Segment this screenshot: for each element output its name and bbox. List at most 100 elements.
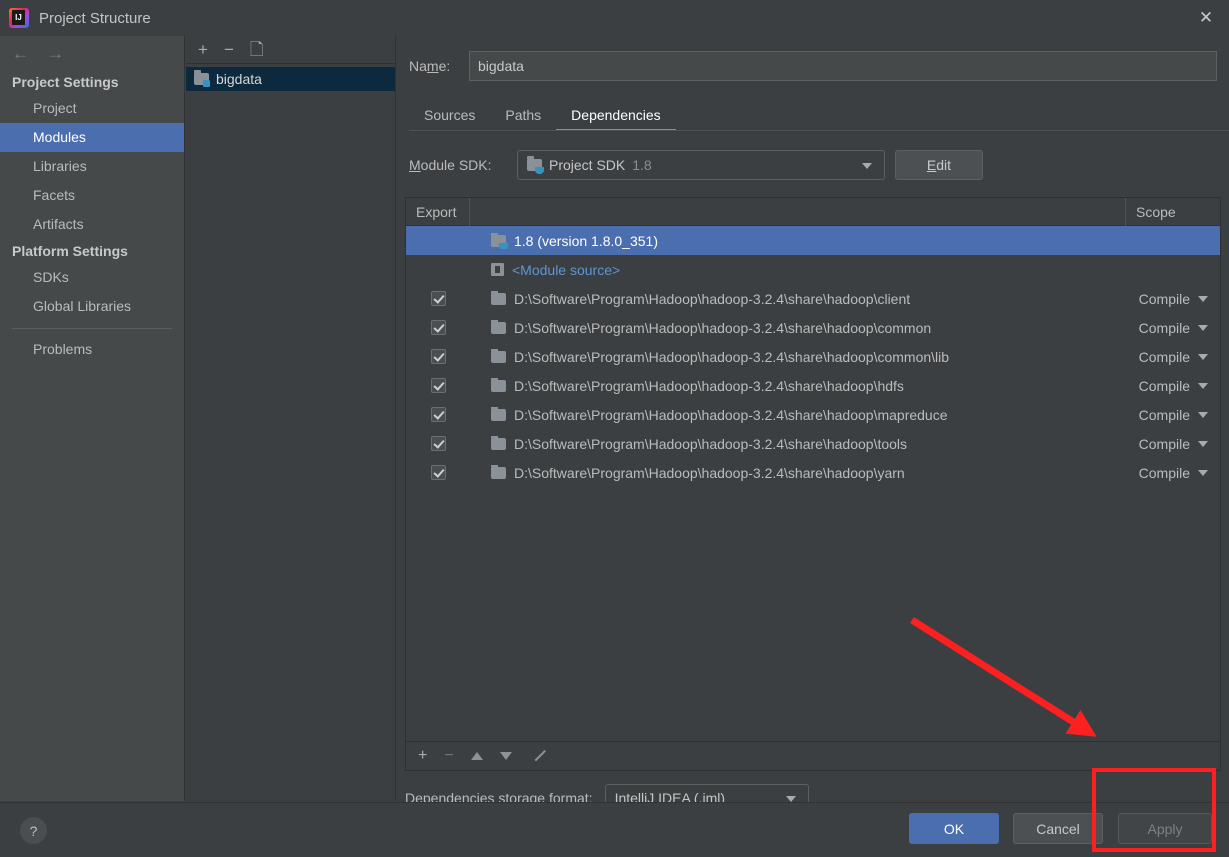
triangle-up-icon[interactable] — [470, 752, 483, 760]
cell-name: D:\Software\Program\Hadoop\hadoop-3.2.4\… — [470, 319, 1126, 336]
table-row[interactable]: <Module source> — [406, 255, 1220, 284]
module-name-row: Name: — [409, 49, 1217, 83]
cell-export[interactable] — [406, 436, 470, 451]
table-row[interactable]: 1.8 (version 1.8.0_351) — [406, 226, 1220, 255]
tab-sources[interactable]: Sources — [409, 101, 490, 131]
plus-icon[interactable]: + — [198, 41, 208, 58]
dependency-label: 1.8 (version 1.8.0_351) — [514, 232, 658, 249]
scope-value: Compile — [1138, 377, 1190, 394]
export-checkbox[interactable] — [430, 407, 446, 422]
sidebar-item-modules[interactable]: Modules — [0, 123, 184, 152]
settings-sidebar: ← → Project Settings Project Modules Lib… — [0, 36, 185, 801]
dependency-label: D:\Software\Program\Hadoop\hadoop-3.2.4\… — [514, 377, 904, 394]
dependencies-table: Export Scope 1.8 (version 1.8.0_351) <Mo… — [405, 197, 1221, 742]
cell-export[interactable] — [406, 349, 470, 364]
minus-icon[interactable]: − — [224, 41, 234, 58]
column-header-name[interactable] — [470, 197, 1126, 226]
arrow-right-icon[interactable]: → — [47, 45, 64, 62]
chevron-down-icon — [1198, 295, 1208, 302]
cancel-button[interactable]: Cancel — [1013, 813, 1103, 844]
dependency-label: D:\Software\Program\Hadoop\hadoop-3.2.4\… — [514, 435, 908, 452]
column-header-scope[interactable]: Scope — [1126, 198, 1220, 226]
question-mark-icon[interactable]: ? — [20, 817, 47, 844]
module-list-item-bigdata[interactable]: bigdata — [186, 67, 395, 91]
module-name-label: Name: — [409, 58, 451, 74]
sidebar-divider — [12, 328, 172, 329]
sidebar-item-project[interactable]: Project — [0, 94, 184, 123]
title-bar: Project Structure ✕ — [0, 0, 1229, 36]
pencil-icon[interactable] — [529, 749, 543, 763]
sidebar-nav-arrows: ← → — [0, 36, 184, 70]
cell-export[interactable] — [406, 320, 470, 335]
export-checkbox[interactable] — [430, 465, 446, 480]
edit-sdk-button[interactable]: Edit — [895, 150, 983, 180]
cell-scope[interactable]: Compile — [1126, 291, 1220, 307]
chevron-down-icon — [1198, 440, 1208, 447]
scope-value: Compile — [1138, 464, 1190, 481]
module-sdk-label: Module SDK: — [409, 157, 492, 173]
cell-name: 1.8 (version 1.8.0_351) — [470, 232, 1126, 249]
scope-value: Compile — [1138, 290, 1190, 307]
cell-scope[interactable]: Compile — [1126, 349, 1220, 365]
copy-icon[interactable]: 🗋 — [250, 41, 264, 58]
table-row[interactable]: D:\Software\Program\Hadoop\hadoop-3.2.4\… — [406, 313, 1220, 342]
cell-scope[interactable]: Compile — [1126, 407, 1220, 423]
module-source-icon — [491, 263, 504, 276]
cell-export[interactable] — [406, 407, 470, 422]
tab-dependencies[interactable]: Dependencies — [556, 101, 676, 131]
cell-export[interactable] — [406, 465, 470, 480]
arrow-left-icon[interactable]: ← — [12, 45, 29, 62]
module-sdk-version: 1.8 — [632, 157, 652, 173]
module-sdk-select[interactable]: Project SDK 1.8 — [517, 150, 885, 180]
chevron-down-icon — [862, 163, 872, 169]
sidebar-group-platform-settings: Platform Settings — [12, 243, 128, 259]
sidebar-item-libraries[interactable]: Libraries — [0, 152, 184, 181]
dependency-label: <Module source> — [512, 261, 621, 278]
intellij-idea-logo-icon — [9, 8, 29, 28]
export-checkbox[interactable] — [430, 436, 446, 451]
sidebar-item-sdks[interactable]: SDKs — [0, 263, 184, 292]
cell-scope[interactable]: Compile — [1126, 465, 1220, 481]
sidebar-item-problems[interactable]: Problems — [0, 335, 184, 364]
dependency-label: D:\Software\Program\Hadoop\hadoop-3.2.4\… — [514, 290, 911, 307]
dependency-label: D:\Software\Program\Hadoop\hadoop-3.2.4\… — [514, 464, 905, 481]
cell-name: D:\Software\Program\Hadoop\hadoop-3.2.4\… — [470, 348, 1126, 365]
minus-icon[interactable]: − — [444, 748, 453, 764]
dependencies-toolbar: + − — [405, 742, 1221, 771]
cell-scope[interactable]: Compile — [1126, 436, 1220, 452]
apply-button[interactable]: Apply — [1118, 813, 1212, 844]
export-checkbox[interactable] — [430, 378, 446, 393]
module-sdk-row: Module SDK: Project SDK 1.8 Edit — [409, 150, 1217, 180]
table-row[interactable]: D:\Software\Program\Hadoop\hadoop-3.2.4\… — [406, 284, 1220, 313]
plus-icon[interactable]: + — [418, 748, 427, 764]
project-structure-dialog: Project Structure ✕ ← → Project Settings… — [0, 0, 1229, 857]
sidebar-group-project-settings: Project Settings — [12, 74, 119, 90]
folder-icon — [491, 406, 506, 421]
chevron-down-icon — [1198, 382, 1208, 389]
triangle-down-icon[interactable] — [499, 752, 512, 760]
sidebar-item-facets[interactable]: Facets — [0, 181, 184, 210]
jdk-icon — [491, 232, 508, 249]
table-row[interactable]: D:\Software\Program\Hadoop\hadoop-3.2.4\… — [406, 371, 1220, 400]
export-checkbox[interactable] — [430, 291, 446, 306]
table-row[interactable]: D:\Software\Program\Hadoop\hadoop-3.2.4\… — [406, 458, 1220, 487]
cell-export[interactable] — [406, 291, 470, 306]
table-row[interactable]: D:\Software\Program\Hadoop\hadoop-3.2.4\… — [406, 342, 1220, 371]
table-row[interactable]: D:\Software\Program\Hadoop\hadoop-3.2.4\… — [406, 400, 1220, 429]
export-checkbox[interactable] — [430, 349, 446, 364]
cell-scope[interactable]: Compile — [1126, 378, 1220, 394]
table-row[interactable]: D:\Software\Program\Hadoop\hadoop-3.2.4\… — [406, 429, 1220, 458]
column-header-export[interactable]: Export — [406, 197, 470, 226]
sidebar-item-artifacts[interactable]: Artifacts — [0, 210, 184, 239]
window-title: Project Structure — [39, 9, 151, 27]
cell-name: D:\Software\Program\Hadoop\hadoop-3.2.4\… — [470, 464, 1126, 481]
tabs-underline — [409, 130, 1229, 131]
tab-paths[interactable]: Paths — [490, 101, 556, 131]
sidebar-item-global-libraries[interactable]: Global Libraries — [0, 292, 184, 321]
cell-scope[interactable]: Compile — [1126, 320, 1220, 336]
close-icon[interactable]: ✕ — [1183, 0, 1229, 36]
cell-export[interactable] — [406, 378, 470, 393]
ok-button[interactable]: OK — [909, 813, 999, 844]
module-name-input[interactable] — [469, 51, 1217, 81]
export-checkbox[interactable] — [430, 320, 446, 335]
